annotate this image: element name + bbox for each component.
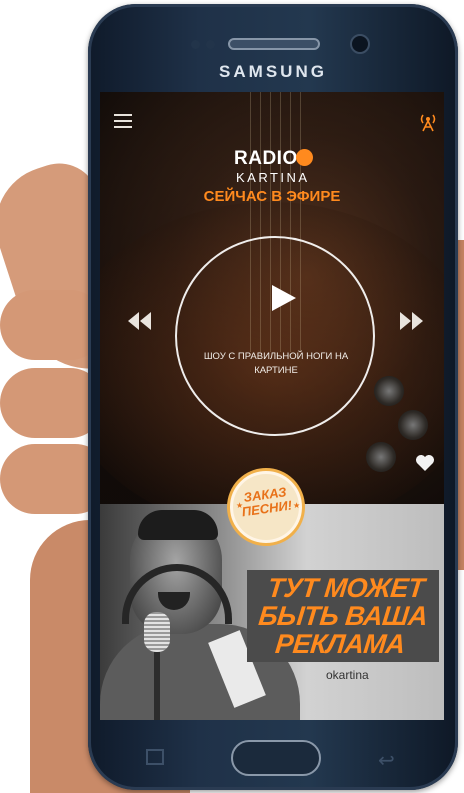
front-camera [350,34,370,54]
ad-site-text: okartina [326,668,369,682]
show-title: ШОУ С ПРАВИЛЬНОЙ НОГИ НА КАРТИНЕ [203,351,349,376]
star-icon: ★ [293,501,301,510]
ad-text: ТУТ МОЖЕТ БЫТЬ ВАША РЕКЛАМА [257,573,429,659]
logo-mic-dot [296,149,313,166]
guitar-knob [398,410,428,440]
play-circle[interactable]: ШОУ С ПРАВИЛЬНОЙ НОГИ НА КАРТИНЕ [175,236,375,436]
sensor-dot [191,40,200,49]
logo-text-bottom: KARTINA [236,170,310,185]
sensor-dot [206,40,215,49]
phone-brand: SAMSUNG [219,62,327,81]
guitar-knob [366,442,396,472]
play-icon[interactable] [268,283,298,313]
back-icon[interactable]: ↩ [378,748,395,773]
menu-icon[interactable] [114,114,132,128]
ad-person-hair [138,510,218,540]
antenna-icon[interactable] [418,112,438,132]
microphone-stand [154,652,160,720]
fast-forward-icon[interactable] [399,310,425,332]
rewind-icon[interactable] [126,310,152,332]
recent-apps-icon[interactable] [146,749,164,765]
logo-text-top: RADIO [234,148,298,169]
app-screen: RADIO KARTINA СЕЙЧАС В ЭФИРЕ ШОУ С ПРАВИ… [100,92,444,720]
player-section: RADIO KARTINA СЕЙЧАС В ЭФИРЕ ШОУ С ПРАВИ… [100,92,444,532]
order-song-button[interactable]: ★ ЗАКАЗ ПЕСНИ! ★ [227,468,305,546]
microphone-image [144,612,170,652]
heart-icon[interactable] [415,454,435,472]
ad-text-box: ТУТ МОЖЕТ БЫТЬ ВАША РЕКЛАМА [247,570,439,662]
guitar-knob [374,376,404,406]
earpiece-speaker [228,38,320,50]
now-playing-label: СЕЙЧАС В ЭФИРЕ [203,188,341,205]
home-button[interactable] [231,740,321,776]
